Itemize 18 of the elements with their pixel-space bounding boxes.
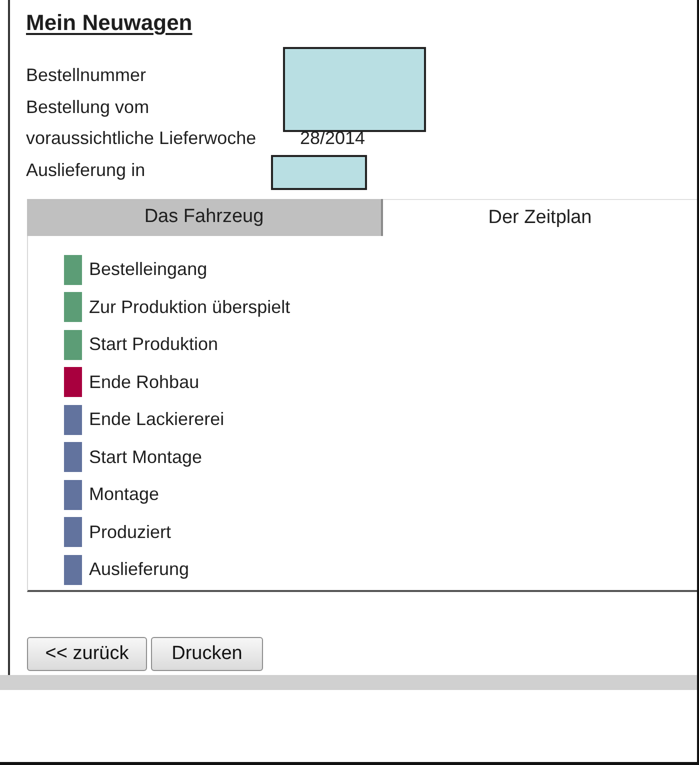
- timeline-step: Ende Lackiererei: [89, 406, 224, 434]
- timeline-step: Auslieferung: [89, 556, 190, 584]
- field-label: voraussichtliche Lieferwoche: [26, 127, 258, 150]
- timeline-step: Start Montage: [89, 444, 202, 471]
- field-label: Auslieferung in: [26, 158, 146, 182]
- timeline-step: Zur Produktion überspielt: [89, 294, 290, 321]
- print-button[interactable]: Drucken: [151, 637, 263, 671]
- field-label: Bestellnummer: [26, 64, 148, 88]
- field-label: Bestellung vom: [26, 96, 150, 119]
- timeline-step: Produziert: [89, 518, 172, 546]
- timeline-step: Bestelleingang: [89, 256, 208, 284]
- timeline-step: Montage: [89, 481, 160, 508]
- tab[interactable]: Das Fahrzeug: [27, 199, 383, 236]
- timeline-step: Ende Rohbau: [89, 368, 200, 396]
- back-button[interactable]: << zurück: [27, 637, 147, 671]
- field-value: 28/2014: [300, 127, 366, 150]
- timeline-step: Start Produktion: [89, 331, 218, 358]
- page-title: Mein Neuwagen: [26, 9, 192, 37]
